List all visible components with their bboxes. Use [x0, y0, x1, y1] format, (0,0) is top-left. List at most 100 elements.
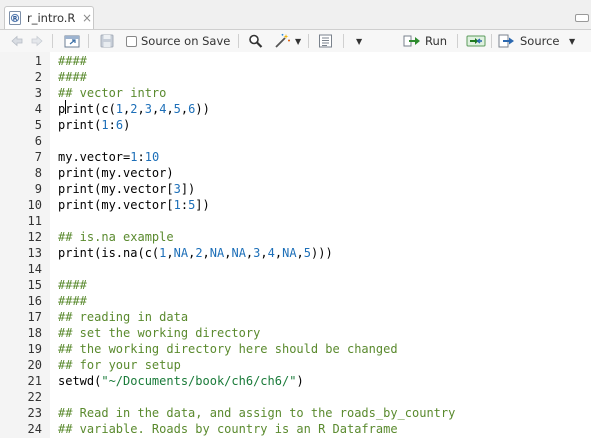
svg-text:R: R [13, 15, 18, 22]
code-token: NA [282, 246, 297, 260]
code-line[interactable]: 15 #### [0, 277, 591, 293]
code-token: my.vector= [58, 150, 131, 164]
line-number: 10 [27, 198, 42, 212]
code-line[interactable]: 22 [0, 389, 591, 405]
code-line[interactable]: 21 setwd("~/Documents/book/ch6/ch6/") [0, 373, 591, 389]
back-arrow-icon[interactable] [10, 33, 24, 49]
code-token: ## reading in data [58, 310, 189, 324]
code-line[interactable]: 13 print(is.na(c(1,NA,2,NA,NA,3,4,NA,5))) [0, 245, 591, 261]
search-icon[interactable] [248, 33, 263, 49]
line-number: 21 [27, 374, 42, 388]
code-text: print(my.vector[3]) [58, 181, 195, 197]
code-token: ]) [195, 198, 210, 212]
code-text: ## Read in the data, and assign to the r… [58, 405, 455, 421]
code-token: ## Read in the data, and assign to the r… [58, 406, 456, 420]
minimize-pane-button[interactable] [575, 14, 589, 22]
forward-arrow-icon[interactable] [30, 33, 44, 49]
source-label: Source [520, 34, 560, 48]
code-line[interactable]: 8 print(my.vector) [0, 165, 591, 181]
code-token: print(is.na(c( [58, 246, 160, 260]
code-line[interactable]: 24 ## variable. Roads by country is an R … [0, 421, 591, 437]
toolbar-separator [491, 34, 492, 48]
code-line[interactable]: 1 #### [0, 53, 591, 69]
line-number: 19 [27, 342, 42, 356]
line-number: 1 [34, 54, 42, 68]
source-dropdown-arrow-icon[interactable]: ▼ [569, 33, 575, 49]
run-arrow-icon [403, 35, 420, 47]
toolbar-separator [308, 34, 309, 48]
options-dropdown-arrow-icon[interactable]: ▼ [356, 33, 362, 49]
code-text: print(my.vector) [58, 165, 174, 181]
code-line[interactable]: 2 #### [0, 69, 591, 85]
code-token: 2 [195, 246, 203, 260]
code-token: : [137, 150, 145, 164]
tab-bar: R r_intro.R × [0, 0, 591, 30]
code-tools-dropdown-arrow-icon[interactable]: ▼ [295, 33, 301, 49]
code-token: setwd( [58, 374, 102, 388]
code-tools-wand-icon[interactable] [273, 33, 291, 49]
show-in-window-icon[interactable] [64, 33, 81, 49]
code-line[interactable]: 4 print(c(1,2,3,4,5,6)) [0, 101, 591, 117]
source-on-save-label: Source on Save [141, 34, 231, 48]
run-button[interactable]: Run [403, 33, 447, 49]
tab-close-icon[interactable]: × [82, 11, 92, 25]
line-number: 3 [34, 86, 42, 100]
code-text: my.vector=1:10 [58, 149, 159, 165]
tab-r-intro[interactable]: R r_intro.R × [4, 6, 94, 29]
code-line[interactable]: 9 print(my.vector[3]) [0, 181, 591, 197]
code-text: ## set the working directory [58, 325, 260, 341]
code-token: print(c( [58, 102, 116, 116]
code-line[interactable]: 7 my.vector=1:10 [0, 149, 591, 165]
code-line[interactable]: 16 #### [0, 293, 591, 309]
code-token: , [202, 246, 210, 260]
code-token: NA [209, 246, 225, 260]
code-token: , [296, 246, 304, 260]
line-number: 22 [27, 390, 42, 404]
code-token: #### [58, 54, 87, 68]
rerun-icon[interactable] [466, 33, 486, 49]
line-number: 17 [27, 310, 42, 324]
source-on-save-checkbox[interactable] [126, 35, 137, 47]
code-token: print(my.vector) [58, 166, 174, 180]
code-line[interactable]: 5 print(1:6) [0, 117, 591, 133]
code-token: ]) [180, 182, 196, 196]
code-token: NA [173, 246, 189, 260]
code-token: 1 [173, 198, 181, 212]
code-line[interactable]: 23 ## Read in the data, and assign to the… [0, 405, 591, 421]
code-line[interactable]: 11 [0, 213, 591, 229]
code-token: , [166, 246, 174, 260]
code-line[interactable]: 14 [0, 261, 591, 277]
code-line[interactable]: 18 ## set the working directory [0, 325, 591, 341]
code-editor[interactable]: 1 #### 2 #### 3 ## vector intro 4 print(c(1,2,3… [0, 52, 591, 438]
line-number: 15 [27, 278, 42, 292]
line-number: 8 [34, 166, 42, 180]
code-token: print(my.vector[ [58, 198, 174, 212]
code-token: NA [231, 246, 246, 260]
code-token: 5 [173, 102, 181, 116]
code-line[interactable]: 6 [0, 133, 591, 149]
code-token: 2 [130, 102, 138, 116]
code-line[interactable]: 12 ## is.na example [0, 229, 591, 245]
code-text: print(1:6) [58, 117, 130, 133]
code-line[interactable]: 19 ## the working directory here should b… [0, 341, 591, 357]
code-line[interactable]: 17 ## reading in data [0, 309, 591, 325]
toolbar-separator [457, 34, 458, 48]
save-icon[interactable] [100, 33, 114, 49]
source-button[interactable]: Source [498, 33, 560, 49]
code-token: , [260, 246, 268, 260]
code-token: 1 [101, 118, 109, 132]
code-token: , [274, 246, 283, 260]
code-token: ## for your setup [58, 358, 181, 372]
code-line[interactable]: 10 print(my.vector[1:5]) [0, 197, 591, 213]
code-text: print(c(1,2,3,4,5,6)) [58, 101, 210, 117]
source-on-save-toggle[interactable]: Source on Save [126, 33, 230, 49]
code-token: : [108, 118, 116, 132]
code-token: 3 [173, 182, 181, 196]
toolbar-separator [343, 34, 344, 48]
code-line[interactable]: 3 ## vector intro [0, 85, 591, 101]
code-token: 10 [144, 150, 160, 164]
code-token: 1 [115, 102, 124, 116]
document-outline-icon[interactable] [318, 33, 333, 49]
tab-filename: r_intro.R [27, 11, 76, 25]
code-line[interactable]: 20 ## for your setup [0, 357, 591, 373]
